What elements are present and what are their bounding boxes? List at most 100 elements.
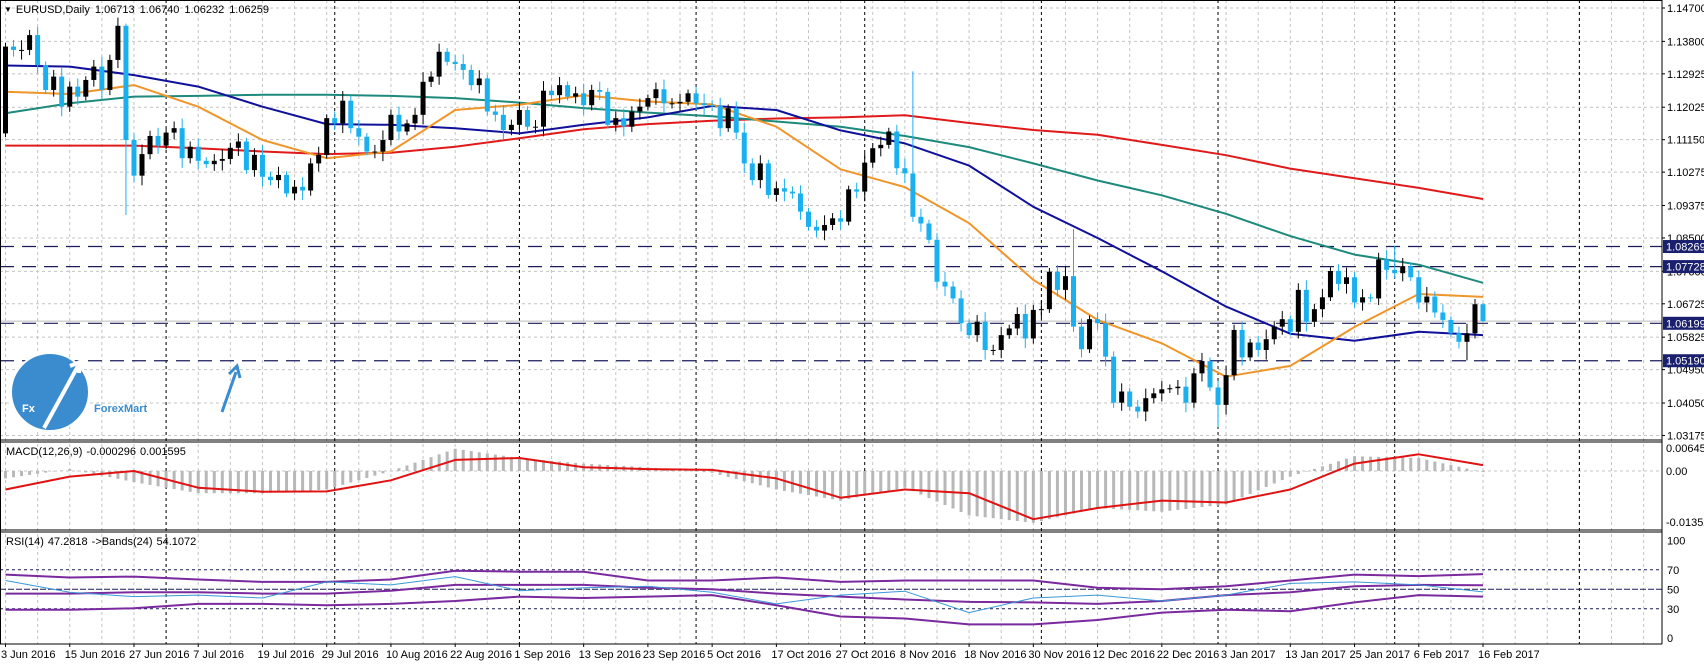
candle-bullish [1175,380,1181,395]
candle-body [958,298,964,324]
date-label[interactable]: 27 Jun 2016 [129,649,190,661]
date-label[interactable]: 25 Jan 2017 [1350,649,1411,661]
candle-body [1392,269,1398,274]
date-label[interactable]: 22 Aug 2016 [450,649,512,661]
candle-body [1207,361,1213,388]
macd-histogram-bar [935,471,939,502]
price-tick-label: 1.12925 [1667,69,1704,81]
candle-bullish [1327,267,1333,302]
price-chart[interactable]: Fx ForexMart 1.14700 1.13800 1.12925 1.1202… [0,0,1704,664]
macd-label: MACD(12,26,9) -0.000296 0.001595 [6,446,186,459]
macd-histogram-bar [790,471,794,493]
date-label[interactable]: 8 Nov 2016 [900,649,956,661]
candle-bearish [468,64,474,91]
date-label[interactable]: 10 Aug 2016 [386,649,448,661]
date-label[interactable]: 29 Jul 2016 [322,649,379,661]
macd-histogram-bar [76,470,80,472]
candle-bearish [524,106,530,131]
candle-bearish [1368,293,1374,303]
date-label[interactable]: 15 Jun 2016 [65,649,126,661]
candle-bullish [541,81,547,137]
macd-histogram-bar [1112,471,1116,509]
macd-histogram-bar [373,471,377,476]
price-level-badge[interactable]: 1.05190 [1663,354,1704,368]
candle-bullish [573,86,579,104]
candle-body [1046,271,1052,310]
macd-histogram-bar [341,471,345,485]
candle-body [27,35,33,50]
candle-bullish [3,42,8,138]
macd-histogram-bar [879,471,883,493]
price-level-badge[interactable]: 1.06199 [1663,316,1704,331]
candle-body [340,100,346,124]
date-label[interactable]: 16 Feb 2017 [1478,649,1540,661]
candle-body [1303,289,1309,322]
date-label[interactable]: 13 Jan 2017 [1285,649,1346,661]
date-label[interactable]: 17 Oct 2016 [771,649,831,661]
time-axis[interactable]: 3 Jun 2016 15 Jun 2016 27 Jun 2016 7 Jul 20… [1,644,1540,661]
candle-body [781,188,787,192]
macd-histogram-bar [943,471,947,506]
macd-histogram-bar [927,471,931,499]
candle-body [75,86,81,97]
candle-body [1231,329,1237,376]
candle-bearish [814,220,820,238]
price-axis[interactable]: 1.14700 1.13800 1.12925 1.12025 1.11150 1.102… [1662,3,1704,645]
price-level-badge[interactable]: 1.08269 [1663,240,1704,254]
candle-bearish [195,138,201,169]
date-label[interactable]: 13 Sep 2016 [579,649,641,661]
candle-bearish [1095,312,1101,330]
candle-body [1448,319,1454,334]
candle-body [324,118,330,155]
date-label[interactable]: 5 Oct 2016 [707,649,761,661]
candle-body [926,223,932,240]
date-label[interactable]: 3 Jun 2016 [1,649,55,661]
candle-bearish [267,171,273,186]
candle-bearish [1440,304,1446,329]
date-label[interactable]: 6 Feb 2017 [1414,649,1470,661]
price-level-badge[interactable]: 1.07728 [1663,260,1704,274]
candle-body [749,163,755,181]
macd-histogram-bar [758,471,762,486]
date-label[interactable]: 30 Nov 2016 [1028,649,1090,661]
date-label[interactable]: 18 Nov 2016 [964,649,1026,661]
candle-bearish [749,158,755,186]
candle-body [171,128,177,133]
date-label[interactable]: 7 Jul 2016 [193,649,244,661]
candle-body [300,186,306,191]
macd-histogram-bar [196,471,200,494]
candle-bullish [1295,283,1301,339]
candle-body [862,162,868,192]
triangle-down-icon[interactable]: ▼ [4,5,12,14]
candle-bullish [235,133,241,156]
macd-histogram-bar [84,471,88,473]
macd-histogram-bar [766,471,770,488]
date-label[interactable]: 1 Sep 2016 [514,649,570,661]
candle-body [428,76,434,82]
candle-bearish [484,74,490,116]
candle-body [854,189,860,192]
date-label[interactable]: 22 Dec 2016 [1157,649,1219,661]
macd-histogram-bar [863,471,867,496]
date-label[interactable]: 19 Jul 2016 [257,649,314,661]
macd-histogram-bar [132,471,136,483]
candle-body [1014,313,1020,329]
grid [0,0,1662,644]
candle-bullish [107,54,113,96]
date-label[interactable]: 27 Oct 2016 [836,649,896,661]
macd-signal-value: 0.001595 [139,446,186,458]
candle-body [195,146,201,161]
candle-bearish [581,83,587,115]
candle-bullish [1087,315,1093,353]
macd-histogram-bar [855,471,859,498]
candle-body [902,168,908,174]
macd-histogram-bar [1304,471,1308,472]
date-label[interactable]: 3 Jan 2017 [1221,649,1275,661]
candle-body [147,135,153,155]
candle-bearish [942,272,948,297]
date-label[interactable]: 12 Dec 2016 [1093,649,1155,661]
candle-body [1062,276,1068,290]
candle-body [123,25,129,141]
date-label[interactable]: 23 Sep 2016 [643,649,705,661]
candle-body [67,86,73,107]
